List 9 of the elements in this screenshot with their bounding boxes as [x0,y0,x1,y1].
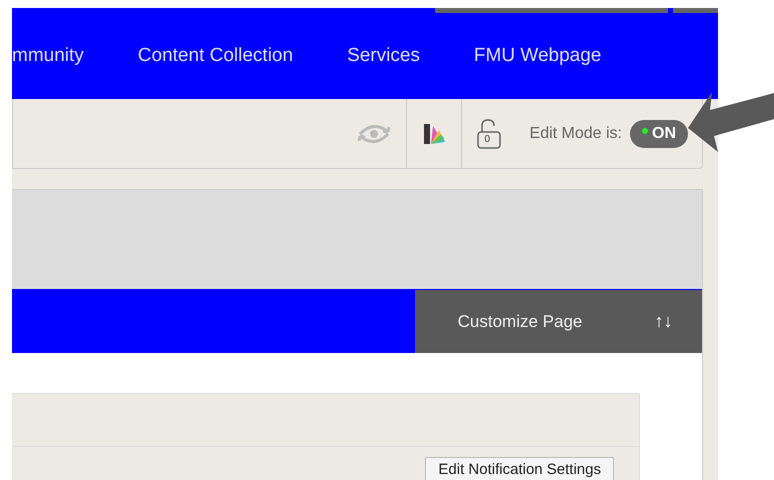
nav-link[interactable]: mmunity [12,45,84,67]
edit-mode-label: Edit Mode is: [530,124,622,142]
top-tab[interactable] [673,8,718,13]
edit-notification-settings-button[interactable]: Edit Notification Settings [425,457,614,480]
nav-link[interactable]: Services [347,45,420,67]
nav-link[interactable]: FMU Webpage [474,45,602,67]
top-tab[interactable] [435,8,668,13]
nav-link[interactable]: Content Collection [138,45,294,67]
edit-mode-toggle[interactable]: ON [630,120,688,148]
